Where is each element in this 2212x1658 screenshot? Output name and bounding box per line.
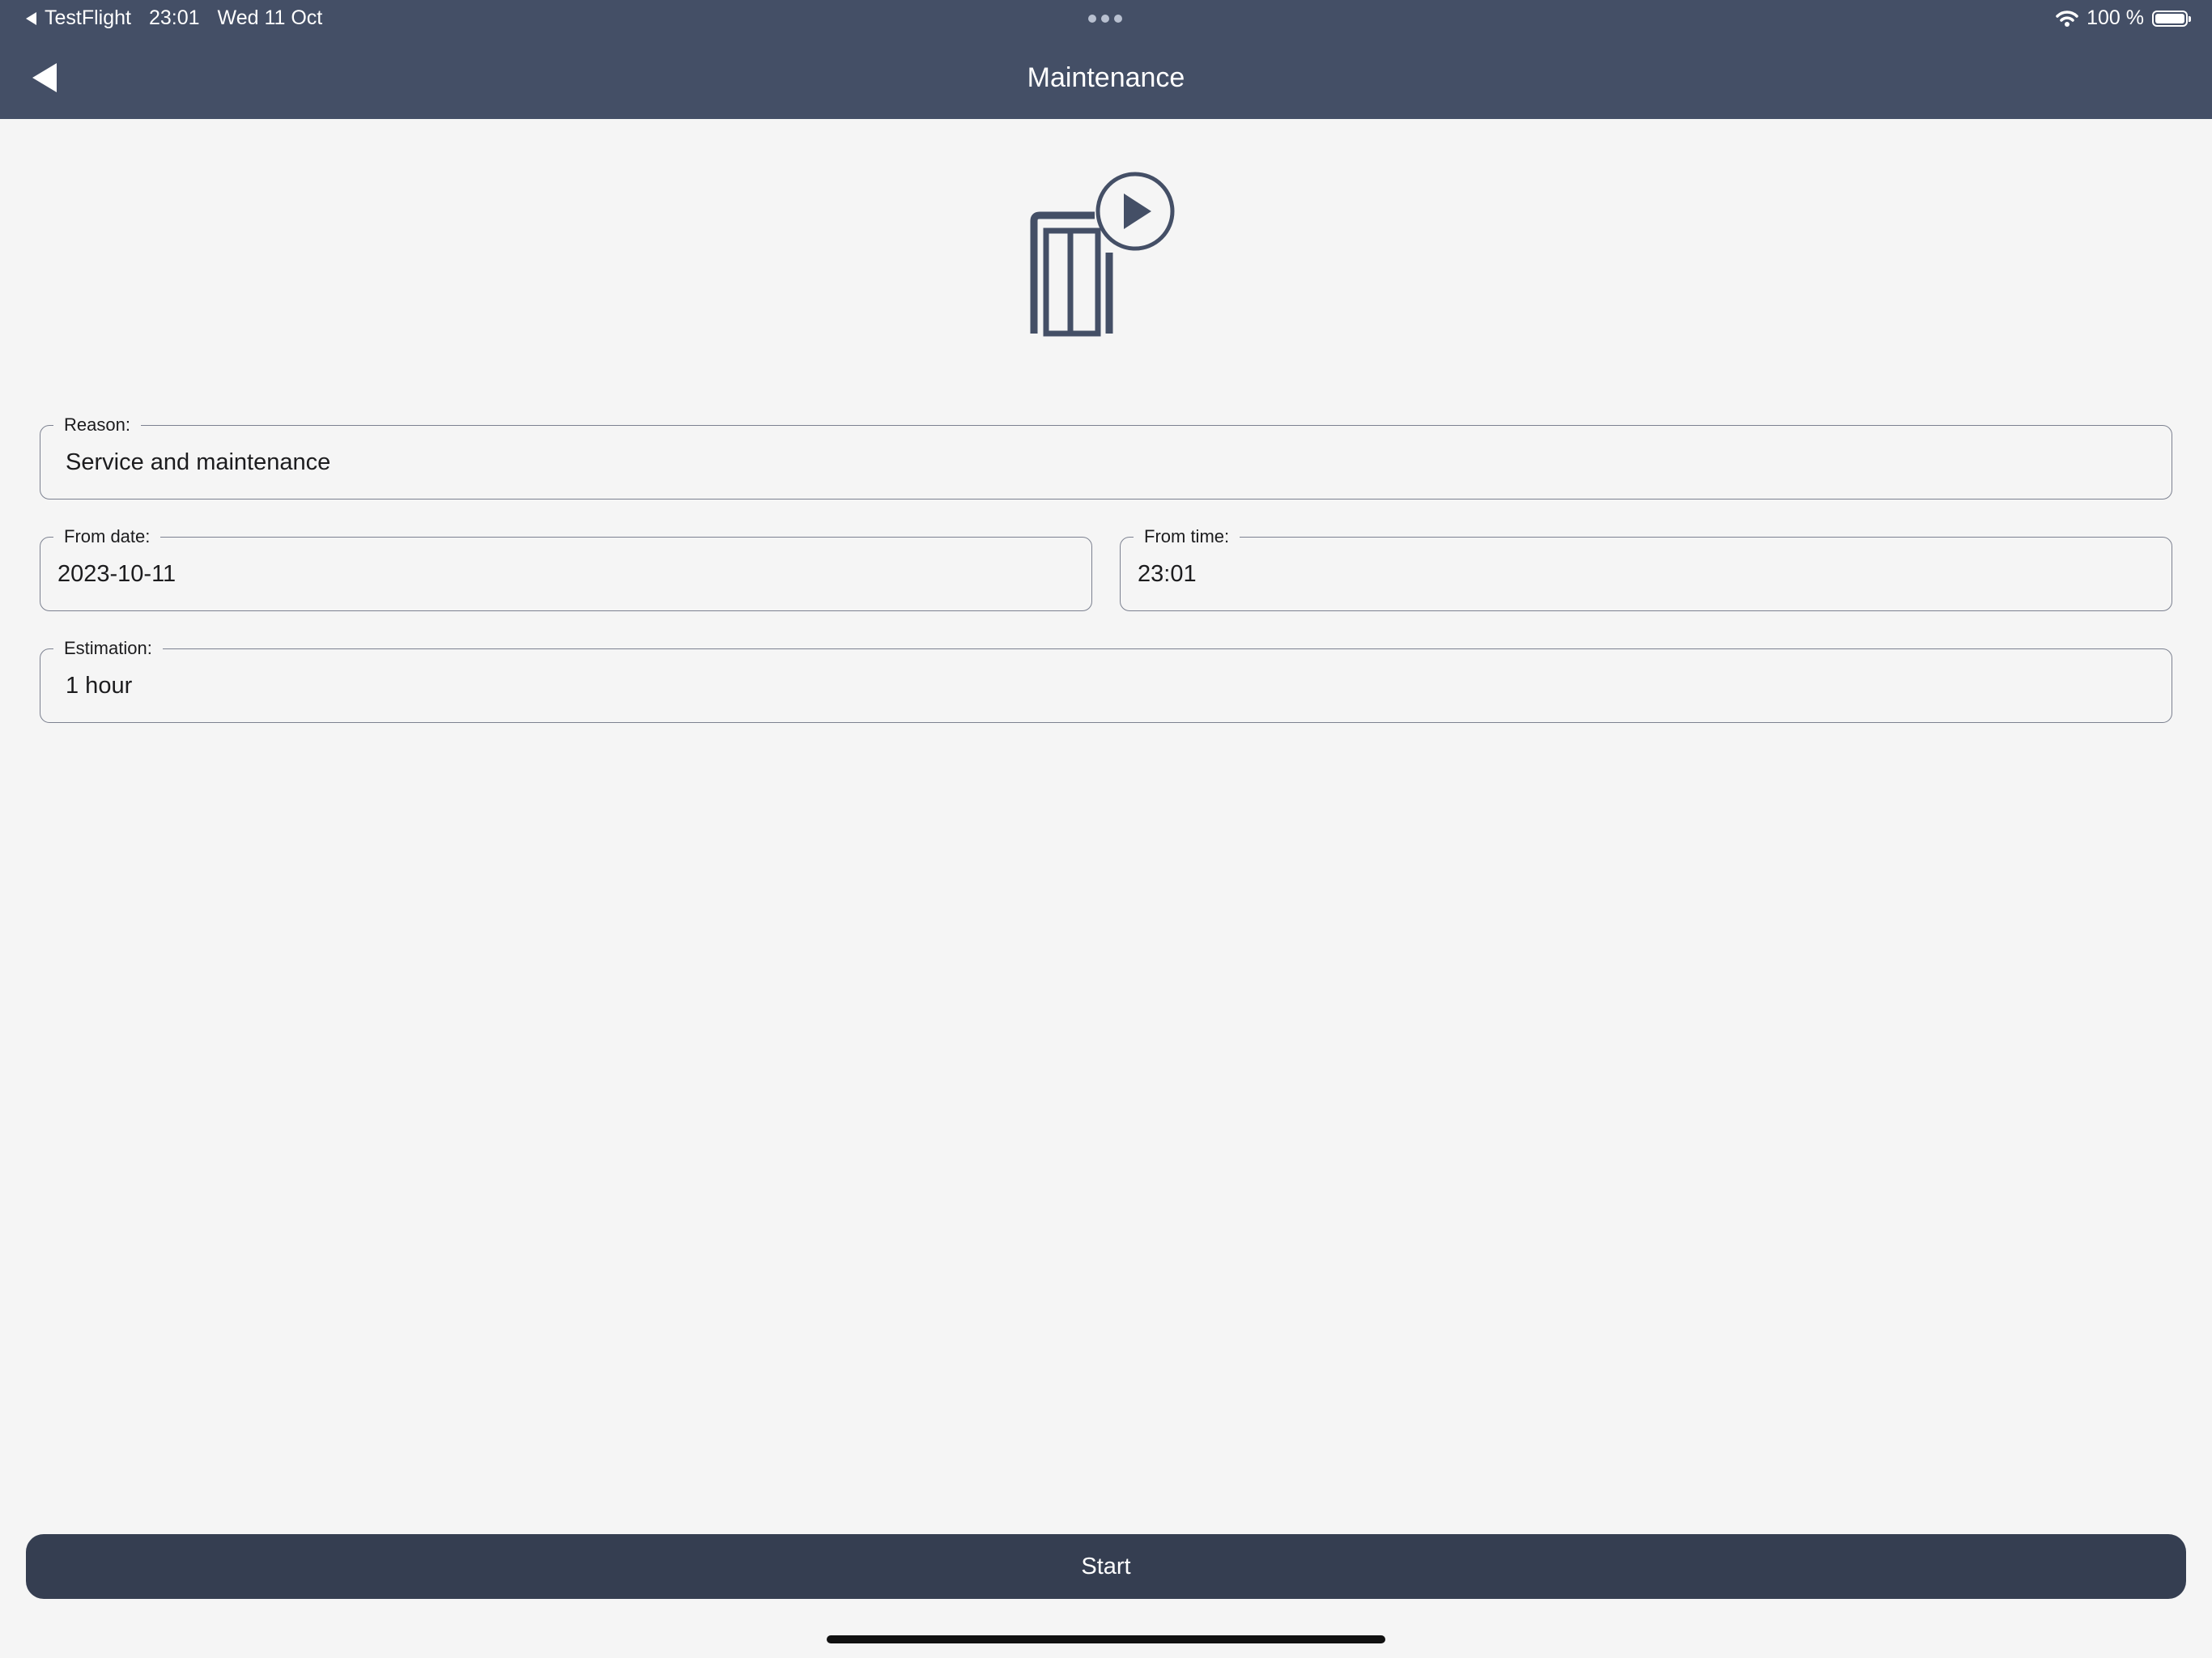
- home-indicator[interactable]: [827, 1635, 1385, 1643]
- reason-field[interactable]: Reason: Service and maintenance: [40, 414, 2172, 500]
- app-header: TestFlight 23:01 Wed 11 Oct 100 % Mainte…: [0, 0, 2212, 119]
- from-time-value[interactable]: 23:01: [1138, 538, 1197, 610]
- status-time: 23:01: [148, 6, 200, 29]
- elevator-play-icon: [1030, 172, 1175, 337]
- more-dots-icon[interactable]: [1088, 15, 1122, 23]
- battery-icon: [2152, 10, 2191, 27]
- page-title: Maintenance: [1027, 62, 1185, 93]
- reason-value[interactable]: Service and maintenance: [66, 426, 330, 499]
- return-to-app-icon[interactable]: [26, 11, 36, 25]
- estimation-value[interactable]: 1 hour: [66, 649, 132, 722]
- status-bar: TestFlight 23:01 Wed 11 Oct 100 %: [0, 0, 2212, 37]
- status-date: Wed 11 Oct: [217, 6, 323, 29]
- estimation-field[interactable]: Estimation: 1 hour: [40, 638, 2172, 723]
- from-date-value[interactable]: 2023-10-11: [57, 538, 176, 610]
- start-button[interactable]: Start: [26, 1534, 2186, 1599]
- return-app-label[interactable]: TestFlight: [45, 6, 131, 30]
- status-left[interactable]: TestFlight 23:01 Wed 11 Oct: [26, 6, 322, 30]
- battery-percentage: 100 %: [2087, 6, 2144, 29]
- from-date-field[interactable]: From date: 2023-10-11: [40, 526, 1092, 611]
- from-time-field[interactable]: From time: 23:01: [1120, 526, 2172, 611]
- wifi-icon: [2056, 10, 2078, 27]
- status-right: 100 %: [2056, 6, 2191, 30]
